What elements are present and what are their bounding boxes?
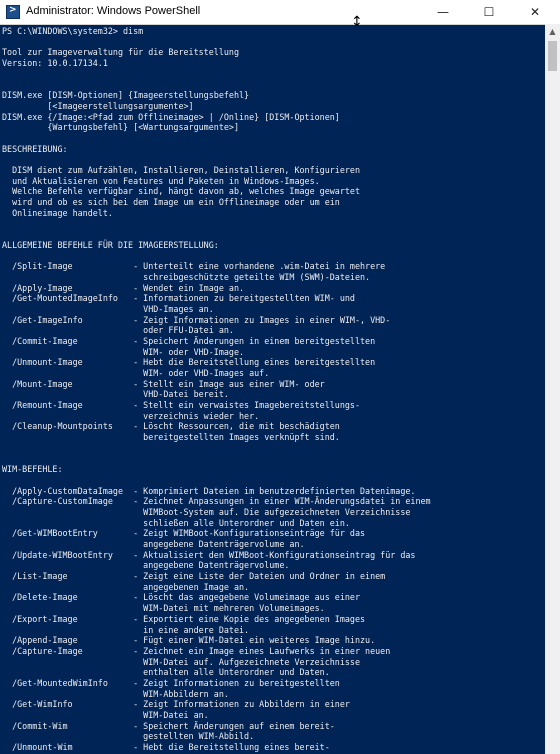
console-line: [<Imageerstellungsargumente>] (2, 100, 194, 111)
console-line: VHD-Datei bereit. (2, 389, 229, 400)
console-line: Welche Befehle verfügbar sind, hängt dav… (2, 186, 360, 197)
console-line: /Apply-CustomDataImage - Komprimiert Dat… (2, 485, 416, 496)
powershell-window: > Administrator: Windows PowerShell — ☐ … (0, 0, 560, 754)
console-line: {Wartungsbefehl} [<Wartungsargumente>] (2, 122, 239, 133)
console-line: WIM- oder VHD-Images auf. (2, 368, 270, 378)
console-line: bereitgestellten Images verknüpft sind. (2, 432, 340, 443)
console-line: WIM-Abbildern an. (2, 688, 229, 699)
console-output[interactable]: PS C:\WINDOWS\system32> dism Tool zur Ima… (2, 26, 542, 754)
console-line: /List-Image - Zeigt eine Liste der Datei… (2, 571, 386, 582)
powershell-icon: > (6, 5, 20, 19)
maximize-button[interactable]: ☐ (466, 0, 512, 24)
console-line: /Remount-Image - Stellt ein verwaistes I… (2, 400, 360, 411)
console-line: /Capture-CustomImage - Zeichnet Anpassun… (2, 496, 431, 507)
console-line: und Aktualisieren von Features und Paket… (2, 175, 320, 186)
console-line: /Export-Image - Exportiert eine Kopie de… (2, 613, 366, 624)
console-line: /Delete-Image - Löscht das angegebene Vo… (2, 592, 360, 603)
console-line: /Capture-Image - Zeichnet ein Image eine… (2, 645, 391, 656)
console-line: wird und ob es sich bei dem Image um ein… (2, 197, 340, 207)
console-line: /Get-ImageInfo - Zeigt Informationen zu … (2, 314, 391, 325)
console-line: WIM-Datei auf. Aufgezeichnete Verzeichni… (2, 656, 360, 667)
console-line: WIM-BEFEHLE: (2, 464, 63, 475)
console-line: WIM-Datei mit mehreren Volumeimages. (2, 603, 325, 614)
console-line: schließen alle Unterordner und Daten ein… (2, 517, 350, 528)
console-line: schreibgeschützte geteilte WIM (SWM)-Dat… (2, 271, 371, 282)
console-line: oder FFU-Datei an. (2, 325, 234, 336)
console-line: verzeichnis wieder her. (2, 410, 260, 421)
console-line: in eine andere Datei. (2, 624, 250, 635)
console-line: /Append-Image - Fügt einer WIM-Datei ein… (2, 635, 376, 646)
console-line: /Cleanup-Mountpoints - Löscht Ressourcen… (2, 421, 340, 432)
console-line: WIMBoot-System auf. Die aufgezeichneten … (2, 506, 411, 517)
console-line: /Get-WIMBootEntry - Zeigt WIMBoot-Konfig… (2, 528, 366, 539)
console-line: angegebenen Image an. (2, 581, 250, 592)
console-line: angegebene Datenträgervolume an. (2, 539, 305, 549)
console-line: /Update-WIMBootEntry - Aktualisiert den … (2, 549, 416, 560)
console-line: /Unmount-Image - Hebt die Bereitstellung… (2, 357, 376, 368)
console-line: /Apply-Image - Wendet ein Image an. (2, 282, 245, 293)
console-line: Tool zur Imageverwaltung für die Bereits… (2, 47, 239, 58)
console-line: BESCHREIBUNG: (2, 143, 68, 154)
console-line: /Split-Image - Unterteilt eine vorhanden… (2, 261, 386, 272)
minimize-button[interactable]: — (420, 0, 466, 24)
console-line: ALLGEMEINE BEFEHLE FÜR DIE IMAGEERSTELLU… (2, 239, 219, 250)
console-line: VHD-Images an. (2, 303, 214, 314)
scrollbar-thumb[interactable] (548, 41, 557, 71)
console-line: /Get-MountedWimInfo - Zeigt Informatione… (2, 677, 340, 688)
console-line: Version: 10.0.17134.1 (2, 58, 108, 69)
console-line: gestellten WIM-Abbild. (2, 731, 255, 742)
console-line: Onlineimage handelt. (2, 207, 113, 218)
console-line: /Get-WimInfo - Zeigt Informationen zu Ab… (2, 699, 350, 710)
console-line: WIM-Datei an. (2, 710, 209, 720)
window-title: Administrator: Windows PowerShell (26, 5, 201, 17)
close-button[interactable]: ✕ (512, 0, 558, 24)
console-line: /Mount-Image - Stellt ein Image aus eine… (2, 378, 325, 389)
vertical-scrollbar[interactable]: ▲ (545, 24, 560, 754)
console-line: enthalten alle Unterordner und Daten. (2, 667, 330, 678)
console-line: /Commit-Wim - Speichert Änderungen auf e… (2, 720, 335, 731)
console-line: /Get-MountedImageInfo - Informationen zu… (2, 293, 355, 304)
scroll-up-icon[interactable]: ▲ (545, 24, 560, 39)
console-line: DISM.exe [DISM-Optionen] {Imageerstellun… (2, 90, 250, 101)
console-line: DISM.exe {/Image:<Pfad zum Offlineimage>… (2, 111, 340, 122)
console-line: /Commit-Image - Speichert Änderungen in … (2, 335, 376, 346)
console-line: PS C:\WINDOWS\system32> dism (2, 26, 144, 36)
console-line: WIM- oder VHD-Image. (2, 346, 245, 357)
title-bar[interactable]: > Administrator: Windows PowerShell — ☐ … (0, 0, 560, 25)
console-line: DISM dient zum Aufzählen, Installieren, … (2, 164, 360, 175)
console-line: angegebene Datenträgervolume. (2, 560, 290, 571)
console-line: /Unmount-Wim - Hebt die Bereitstellung e… (2, 742, 330, 753)
